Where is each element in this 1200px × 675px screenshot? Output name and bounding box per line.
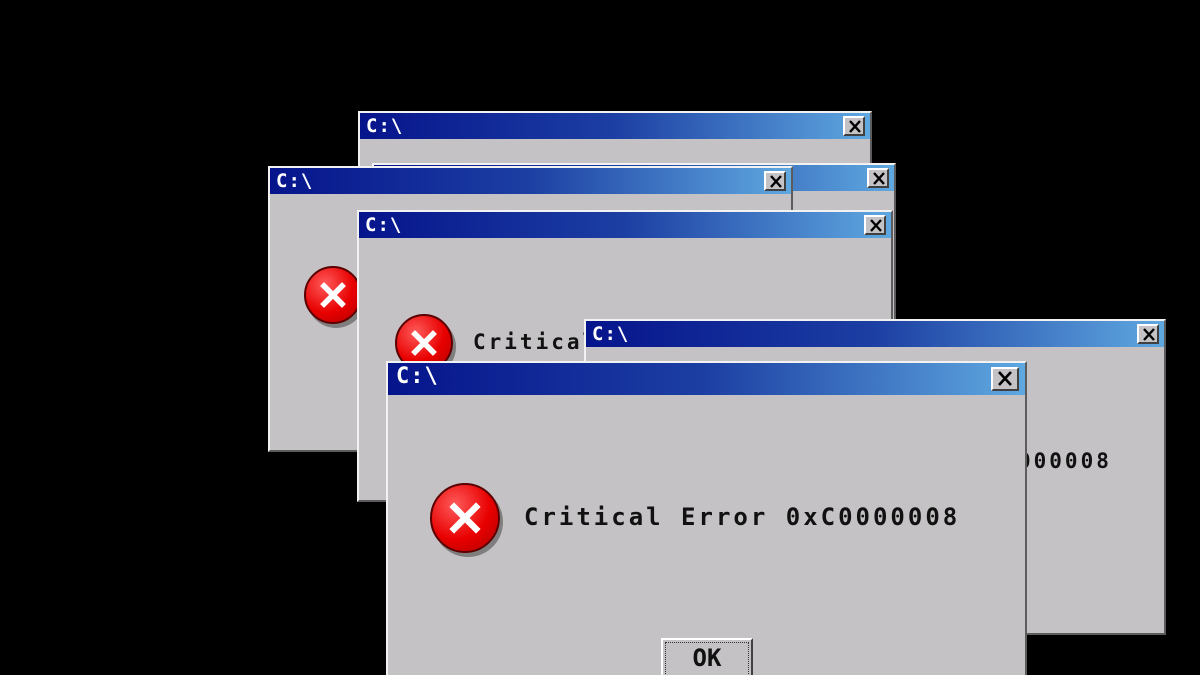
error-message: 000008 xyxy=(1018,449,1112,473)
title-bar[interactable]: C:\ xyxy=(359,212,891,238)
window-title: C:\ xyxy=(396,364,439,389)
close-icon xyxy=(998,371,1012,386)
close-icon xyxy=(1143,328,1155,341)
error-message: Critical xyxy=(473,330,599,354)
title-bar[interactable]: C:\ xyxy=(270,168,791,194)
close-button[interactable] xyxy=(1137,324,1159,344)
error-icon xyxy=(430,483,500,553)
close-button[interactable] xyxy=(843,116,865,136)
window-title: C:\ xyxy=(276,170,314,192)
window-title: C:\ xyxy=(365,214,403,236)
close-button[interactable] xyxy=(764,171,786,191)
close-icon xyxy=(870,219,882,232)
ok-button[interactable]: OK xyxy=(661,638,753,675)
error-dialog-front: C:\ Critical Error 0xC0000008 OK xyxy=(386,361,1027,675)
error-icon xyxy=(304,266,362,324)
window-title: C:\ xyxy=(592,323,630,345)
close-icon xyxy=(770,175,782,188)
title-bar[interactable]: C:\ xyxy=(360,113,870,139)
close-icon xyxy=(873,172,885,185)
close-button[interactable] xyxy=(991,367,1019,391)
close-button[interactable] xyxy=(864,215,886,235)
error-message: Critical Error 0xC0000008 xyxy=(524,503,961,531)
title-bar[interactable]: C:\ xyxy=(586,321,1164,347)
close-button[interactable] xyxy=(867,168,889,188)
window-title: C:\ xyxy=(366,115,404,137)
desktop: C:\ C:\ C:\ Critical C:\ 000008 C:\ Crit… xyxy=(0,0,1200,675)
title-bar[interactable]: C:\ xyxy=(388,363,1025,395)
close-icon xyxy=(849,120,861,133)
